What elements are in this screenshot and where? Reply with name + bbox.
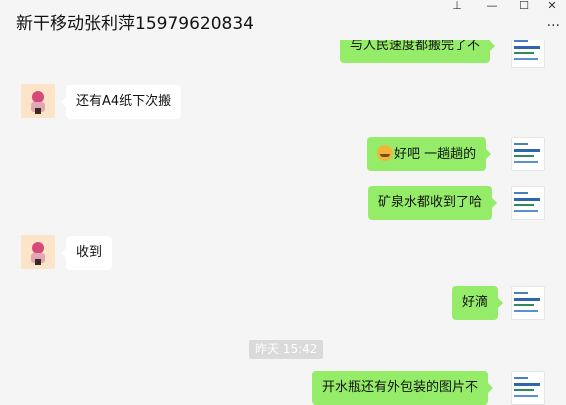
more-icon[interactable]: ··· — [547, 18, 560, 34]
close-icon[interactable]: ✕ — [538, 0, 566, 14]
avatar-self[interactable] — [511, 286, 545, 320]
message-bubble[interactable]: 矿泉水都收到了哈 — [368, 186, 498, 220]
avatar-self[interactable] — [511, 186, 545, 220]
avatar-image — [512, 287, 544, 319]
message-bubble[interactable]: 好滴 — [452, 286, 504, 320]
timestamp: 昨天 15:42 — [249, 340, 324, 359]
avatar-self[interactable] — [511, 40, 545, 68]
message-bubble[interactable]: 收到 — [60, 236, 113, 270]
message-bubble[interactable]: 与人民速度都搬完了不 — [340, 40, 496, 63]
message-bubble[interactable]: 好吧 一趟趟的 — [367, 137, 492, 171]
avatar-image — [21, 235, 55, 269]
message-bubble[interactable]: 还有A4纸下次搬 — [60, 85, 182, 119]
avatar-self[interactable] — [511, 137, 545, 171]
avatar-image — [512, 372, 544, 404]
message-list[interactable]: 与人民速度都搬完了不 还有A4纸下次搬 好吧 一趟趟的 矿泉水都收到了哈 收到 … — [0, 40, 566, 405]
avatar-image — [21, 84, 55, 118]
message-text: 好吧 一趟趟的 — [394, 147, 477, 162]
avatar-image — [512, 138, 544, 170]
title-bar: 新干移动张利萍15979620834 ⊥ — ☐ ✕ ··· — [0, 0, 566, 40]
avatar-contact[interactable] — [21, 235, 55, 269]
chat-title: 新干移动张利萍15979620834 — [16, 14, 254, 34]
avatar-image — [512, 187, 544, 219]
maximize-icon[interactable]: ☐ — [510, 0, 538, 14]
avatar-self[interactable] — [511, 371, 545, 405]
message-bubble[interactable]: 开水瓶还有外包装的图片不 — [312, 371, 494, 405]
pin-icon[interactable]: ⊥ — [443, 0, 471, 14]
avatar-image — [512, 40, 544, 67]
minimize-icon[interactable]: — — [478, 0, 506, 14]
avatar-contact[interactable] — [21, 84, 55, 118]
grin-emoji-icon — [377, 145, 393, 161]
